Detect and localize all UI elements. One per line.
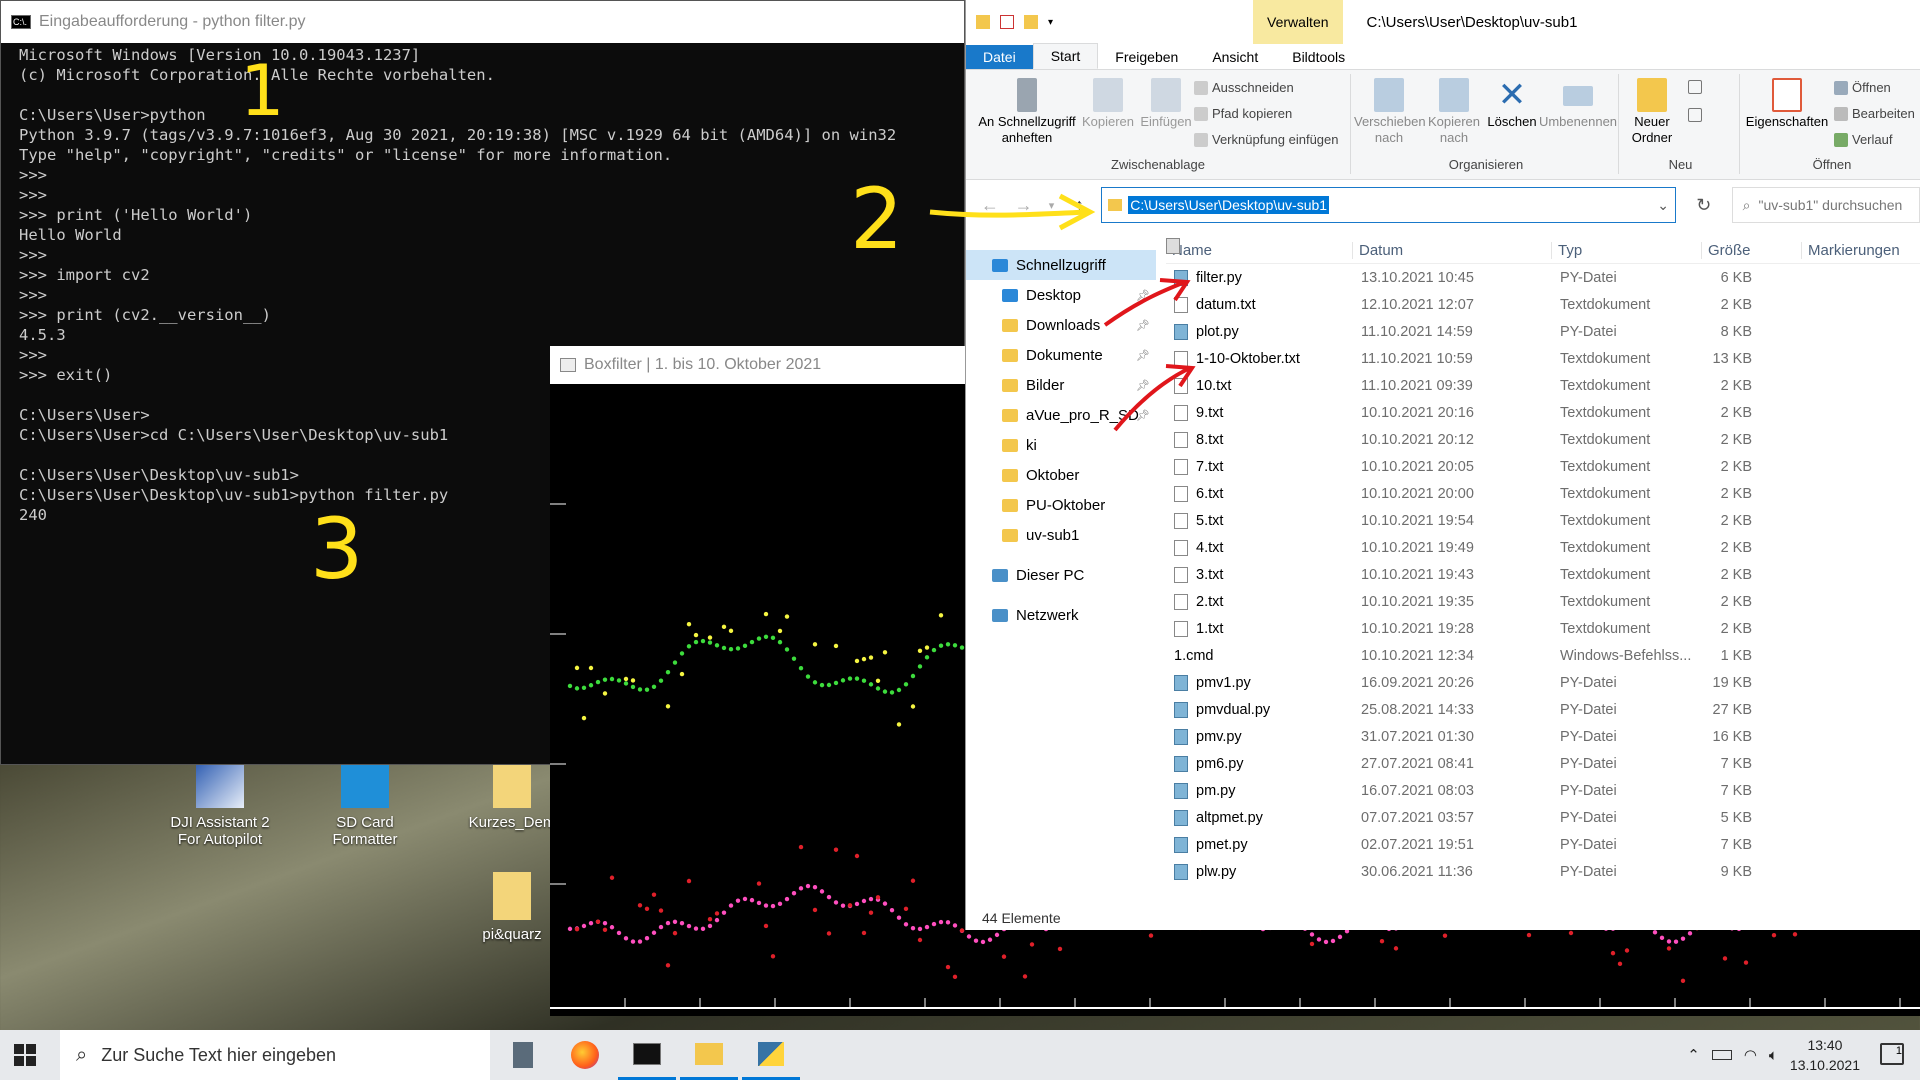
clock-time: 13:40 — [1807, 1037, 1843, 1053]
wifi-icon[interactable]: ◠ — [1744, 1046, 1757, 1064]
python-icon — [758, 1041, 784, 1066]
taskbar-search-placeholder: Zur Suche Text hier eingeben — [101, 1044, 337, 1065]
notification-center-icon[interactable]: 1 — [1880, 1043, 1904, 1065]
red-arrow-oktober-txt — [1113, 366, 1191, 432]
folder-icon — [695, 1042, 723, 1065]
firefox-icon — [571, 1041, 599, 1069]
red-arrow-filter-py — [1103, 280, 1186, 327]
taskbar-search-input[interactable]: ⌕ Zur Suche Text hier eingeben — [60, 1030, 490, 1080]
taskbar-explorer[interactable] — [680, 1030, 738, 1080]
notification-count: 1 — [1895, 1045, 1902, 1057]
windows-start-icon[interactable] — [14, 1044, 36, 1066]
taskbar-python[interactable] — [742, 1030, 800, 1080]
taskbar-firefox[interactable] — [556, 1030, 614, 1080]
clock-date: 13.10.2021 — [1789, 1057, 1860, 1073]
calculator-icon — [513, 1042, 533, 1068]
yellow-arrow-to-address — [929, 209, 1089, 218]
annotation-arrows — [929, 193, 1196, 432]
system-tray: ⌃ ◠ 🔈︎ 13:40 13.10.2021 — [1687, 1030, 1860, 1080]
speaker-icon[interactable]: 🔈︎ — [1769, 1047, 1778, 1064]
battery-icon[interactable] — [1711, 1050, 1732, 1060]
cmd-icon — [633, 1042, 661, 1065]
search-icon: ⌕ — [76, 1043, 88, 1066]
taskbar: ⌕ Zur Suche Text hier eingeben ⌃ ◠ 🔈︎ 13… — [0, 1030, 1920, 1080]
clock[interactable]: 13:40 13.10.2021 — [1790, 1035, 1860, 1075]
taskbar-calculator[interactable] — [494, 1030, 552, 1080]
chevron-up-icon[interactable]: ⌃ — [1687, 1046, 1700, 1064]
taskbar-cmd[interactable] — [618, 1030, 676, 1080]
